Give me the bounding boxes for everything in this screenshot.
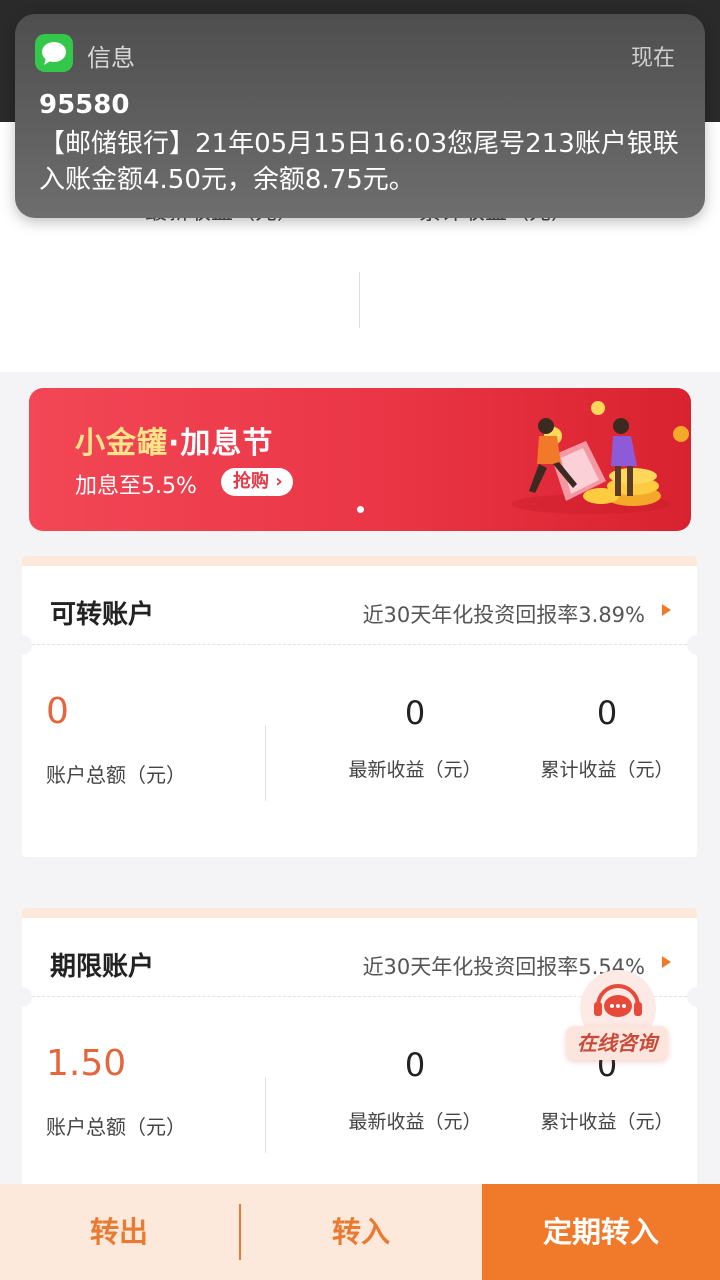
notification-time: 现在 [630, 46, 675, 71]
cumulative-label: 累计收益（元） [540, 1111, 674, 1133]
account-latest-earnings: 0 最新收益（元） [330, 1045, 500, 1134]
notification-message: 【邮储银行】21年05月15日16:03您尾号213账户银联入账金额4.50元，… [39, 129, 679, 195]
banner-buy-label: 抢购 [233, 471, 269, 492]
sms-notification-banner[interactable]: 信息 现在 95580 【邮储银行】21年05月15日16:03您尾号213账户… [15, 14, 705, 218]
cumulative-label: 累计收益（元） [540, 759, 674, 781]
account-total-value: 0 [46, 691, 69, 732]
banner-page-indicator [357, 506, 364, 513]
summary-divider [359, 272, 360, 328]
banner-title: 小金罐·加息节 [75, 418, 273, 462]
banner-buy-button[interactable]: 抢购 › [221, 468, 293, 496]
triangle-right-icon [662, 956, 671, 968]
banner-title-part1: 小金罐 [75, 426, 168, 461]
bottom-action-bar: 转出 转入 定期转入 [0, 1184, 720, 1280]
account-cumulative-earnings: 0 累计收益（元） [522, 693, 692, 782]
banner-illustration-icon [511, 401, 689, 514]
headset-chat-icon [594, 984, 642, 1017]
message-bubble-icon [35, 34, 73, 72]
account-latest-earnings: 0 最新收益（元） [330, 693, 500, 782]
latest-label: 最新收益（元） [348, 1111, 482, 1133]
card-body: 0 账户总额（元） 0 最新收益（元） 0 累计收益（元） [22, 647, 697, 857]
account-title: 期限账户 [50, 952, 155, 982]
cumulative-value: 0 [596, 694, 618, 732]
account-total-label: 账户总额（元） [46, 763, 186, 787]
online-consult-button[interactable]: 在线咨询 [566, 968, 670, 1068]
banner-title-part2: 加息节 [180, 426, 274, 461]
latest-label: 最新收益（元） [348, 759, 482, 781]
account-total-label: 账户总额（元） [46, 1115, 186, 1139]
transferable-account-card[interactable]: 可转账户 近30天年化投资回报率3.89% 0 账户总额（元） 0 最新收益（元… [12, 556, 707, 857]
transfer-in-button[interactable]: 转入 [240, 1184, 482, 1280]
account-rate: 近30天年化投资回报率3.89% [362, 603, 645, 627]
triangle-right-icon [662, 604, 671, 616]
card-header[interactable]: 可转账户 近30天年化投资回报率3.89% [22, 566, 697, 644]
account-total-value: 1.50 [46, 1043, 127, 1084]
page: 0 最新收益（元） 0 累计收益（元） 小金罐·加息节 加息至5.5% 抢购 › [0, 0, 720, 1280]
banner-title-sep: · [168, 426, 181, 461]
notification-sender: 95580 [39, 90, 130, 120]
latest-value: 0 [404, 694, 426, 732]
transfer-out-button[interactable]: 转出 [0, 1184, 238, 1280]
chevron-right-icon: › [275, 471, 283, 492]
banner-subtitle: 加息至5.5% [75, 474, 197, 499]
promo-banner[interactable]: 小金罐·加息节 加息至5.5% 抢购 › [29, 388, 691, 531]
fixed-transfer-in-button[interactable]: 定期转入 [482, 1184, 720, 1280]
online-consult-label: 在线咨询 [566, 1026, 668, 1060]
account-title: 可转账户 [50, 600, 155, 630]
notification-app-name: 信息 [87, 44, 135, 72]
latest-value: 0 [404, 1046, 426, 1084]
